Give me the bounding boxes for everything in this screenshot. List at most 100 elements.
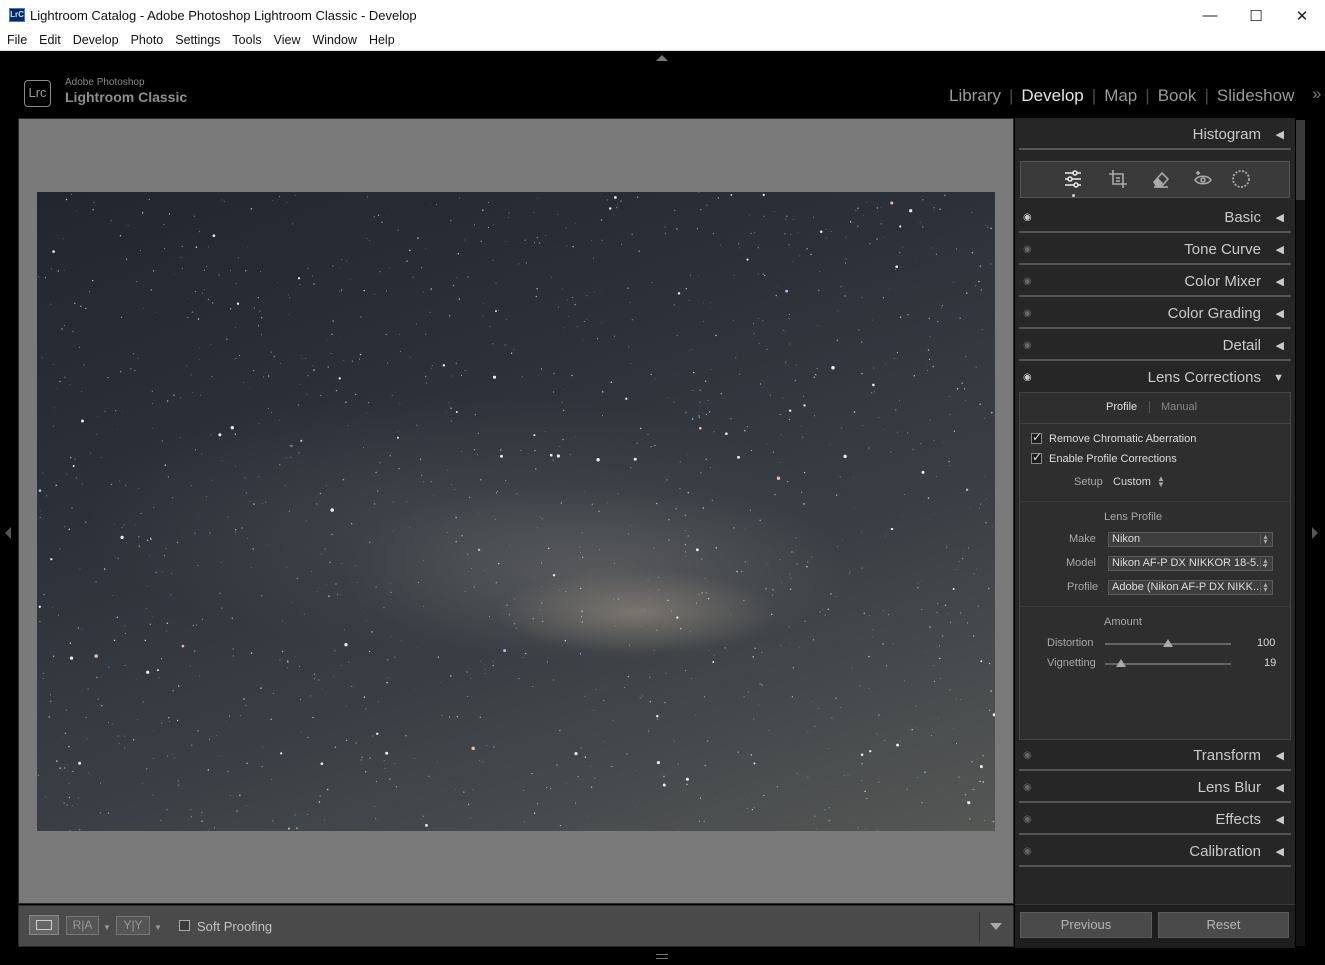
before-after-split-button[interactable]: Y|Y bbox=[116, 916, 150, 935]
vignetting-value[interactable]: 19 bbox=[1264, 657, 1276, 669]
menu-edit[interactable]: Edit bbox=[34, 31, 66, 50]
menu-window[interactable]: Window bbox=[307, 31, 361, 50]
star bbox=[946, 613, 948, 614]
eye-icon[interactable]: ◉ bbox=[1023, 267, 1032, 297]
soft-proofing-checkbox[interactable] bbox=[179, 920, 190, 931]
module-develop[interactable]: Develop bbox=[1021, 86, 1083, 106]
module-slideshow[interactable]: Slideshow bbox=[1217, 86, 1295, 106]
tab-manual[interactable]: Manual bbox=[1161, 401, 1197, 413]
star bbox=[584, 490, 585, 492]
star bbox=[635, 806, 637, 807]
menu-file[interactable]: File bbox=[2, 31, 32, 50]
star bbox=[819, 230, 823, 234]
calibration-panel-header[interactable]: ◉ Calibration ◀ bbox=[1019, 837, 1291, 867]
star bbox=[603, 699, 605, 702]
model-select[interactable]: Nikon AF-P DX NIKKOR 18-5... ▴ ▾ bbox=[1108, 556, 1273, 571]
menu-help[interactable]: Help bbox=[364, 31, 400, 50]
remove-ca-checkbox[interactable] bbox=[1031, 430, 1042, 444]
right-panel-toggle-icon[interactable] bbox=[1312, 527, 1318, 539]
star bbox=[356, 581, 357, 583]
star bbox=[69, 830, 71, 831]
minimize-button[interactable]: — bbox=[1187, 0, 1233, 31]
star bbox=[788, 409, 792, 412]
module-book[interactable]: Book bbox=[1158, 86, 1197, 106]
menu-develop[interactable]: Develop bbox=[68, 31, 124, 50]
star bbox=[843, 454, 847, 459]
eye-icon[interactable]: ◉ bbox=[1023, 837, 1032, 867]
effects-panel-header[interactable]: ◉ Effects ◀ bbox=[1019, 805, 1291, 835]
loupe-view-button[interactable] bbox=[29, 915, 59, 935]
masking-icon[interactable] bbox=[1231, 169, 1251, 194]
star bbox=[703, 321, 704, 323]
more-modules-icon[interactable]: » bbox=[1312, 84, 1321, 104]
bottom-panel-toggle-icon[interactable] bbox=[656, 954, 668, 959]
close-button[interactable]: ✕ bbox=[1279, 0, 1325, 31]
module-library[interactable]: Library bbox=[949, 86, 1001, 106]
enable-profile-checkbox[interactable] bbox=[1031, 450, 1042, 464]
eye-icon[interactable]: ◉ bbox=[1023, 741, 1032, 771]
eye-icon[interactable]: ◉ bbox=[1023, 299, 1032, 329]
eye-icon[interactable]: ◉ bbox=[1023, 805, 1032, 835]
make-select[interactable]: Nikon ▴ ▾ bbox=[1108, 532, 1273, 547]
setup-dropdown[interactable]: Custom bbox=[1113, 476, 1151, 488]
left-panel-toggle-icon[interactable] bbox=[5, 527, 11, 539]
basic-panel-header[interactable]: ◉ Basic ◀ bbox=[1019, 203, 1291, 233]
before-after-dropdown-icon[interactable]: ▼ bbox=[103, 923, 111, 932]
eye-icon[interactable]: ◉ bbox=[1023, 235, 1032, 265]
color-grading-panel-header[interactable]: ◉ Color Grading ◀ bbox=[1019, 299, 1291, 329]
eye-icon[interactable]: ◉ bbox=[1023, 203, 1032, 233]
menu-view[interactable]: View bbox=[269, 31, 306, 50]
before-after-button[interactable]: R|A bbox=[66, 916, 99, 935]
histogram-panel-header[interactable]: Histogram ◀ bbox=[1019, 120, 1291, 150]
lens-blur-panel-header[interactable]: ◉ Lens Blur ◀ bbox=[1019, 773, 1291, 803]
eye-icon[interactable]: ◉ bbox=[1023, 331, 1032, 361]
star bbox=[376, 732, 379, 736]
star bbox=[707, 381, 709, 382]
star bbox=[679, 461, 681, 463]
vignetting-slider-thumb[interactable] bbox=[1116, 659, 1127, 667]
star bbox=[847, 774, 849, 776]
red-eye-icon[interactable] bbox=[1193, 169, 1213, 194]
star bbox=[577, 776, 579, 778]
top-panel-toggle-icon[interactable] bbox=[656, 55, 668, 61]
star bbox=[52, 425, 54, 427]
eraser-icon[interactable] bbox=[1151, 169, 1171, 194]
right-panel-scroll-track[interactable] bbox=[1296, 200, 1305, 946]
star bbox=[206, 496, 207, 498]
menu-settings[interactable]: Settings bbox=[170, 31, 225, 50]
eye-icon[interactable]: ◉ bbox=[1023, 773, 1032, 803]
menu-tools[interactable]: Tools bbox=[227, 31, 266, 50]
maximize-button[interactable]: ☐ bbox=[1233, 0, 1279, 31]
toolbar-menu-icon[interactable] bbox=[990, 923, 1002, 930]
distortion-value[interactable]: 100 bbox=[1257, 637, 1275, 649]
star bbox=[963, 388, 966, 390]
star bbox=[715, 547, 718, 549]
crop-icon[interactable] bbox=[1108, 169, 1128, 194]
previous-button[interactable]: Previous bbox=[1020, 912, 1152, 938]
star bbox=[565, 590, 567, 593]
lens-corrections-panel-header[interactable]: ◉ Lens Corrections ▼ bbox=[1019, 363, 1291, 393]
color-mixer-panel-header[interactable]: ◉ Color Mixer ◀ bbox=[1019, 267, 1291, 297]
profile-select[interactable]: Adobe (Nikon AF-P DX NIKK... ▴ ▾ bbox=[1108, 580, 1273, 595]
setup-stepper-icon[interactable]: ▲ ▼ bbox=[1157, 475, 1165, 489]
star bbox=[150, 289, 153, 291]
detail-panel-header[interactable]: ◉ Detail ◀ bbox=[1019, 331, 1291, 361]
distortion-slider-thumb[interactable] bbox=[1163, 639, 1173, 647]
eye-icon[interactable]: ◉ bbox=[1023, 363, 1032, 393]
tab-profile[interactable]: Profile bbox=[1106, 401, 1137, 413]
right-panel-scrollbar[interactable] bbox=[1296, 120, 1305, 200]
star bbox=[592, 257, 594, 259]
star bbox=[849, 221, 852, 223]
tone-curve-panel-header[interactable]: ◉ Tone Curve ◀ bbox=[1019, 235, 1291, 265]
star bbox=[991, 525, 993, 527]
star bbox=[125, 485, 127, 487]
edit-sliders-icon[interactable] bbox=[1063, 169, 1083, 194]
menu-photo[interactable]: Photo bbox=[126, 31, 169, 50]
star bbox=[201, 453, 203, 455]
star bbox=[764, 274, 766, 277]
reset-button[interactable]: Reset bbox=[1158, 912, 1289, 938]
star bbox=[171, 496, 174, 499]
split-dropdown-icon[interactable]: ▼ bbox=[154, 923, 162, 932]
transform-panel-header[interactable]: ◉ Transform ◀ bbox=[1019, 741, 1291, 771]
module-map[interactable]: Map bbox=[1104, 86, 1137, 106]
